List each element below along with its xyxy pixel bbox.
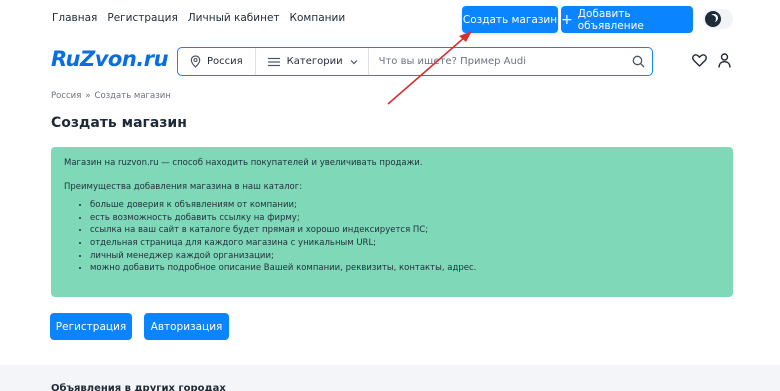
search-bar: Россия Категории: [177, 47, 653, 76]
user-icon[interactable]: [718, 53, 731, 68]
breadcrumb-separator: »: [85, 91, 91, 101]
theme-toggle[interactable]: [703, 9, 733, 29]
register-button[interactable]: Регистрация: [50, 313, 132, 340]
categories-label: Категории: [286, 56, 343, 67]
region-selector[interactable]: Россия: [178, 48, 256, 75]
moon-icon: [705, 11, 721, 27]
top-nav: Главная Регистрация Личный кабинет Компа…: [52, 12, 345, 24]
region-label: Россия: [207, 56, 243, 67]
chevron-down-icon: [350, 59, 358, 64]
create-store-label: Создать магазин: [462, 13, 558, 26]
search-icon: [632, 55, 644, 68]
list-item: можно добавить подробное описание Вашей …: [90, 262, 720, 275]
list-item: личный менеджер каждой организации;: [90, 250, 720, 263]
register-label: Регистрация: [55, 320, 127, 333]
site-logo[interactable]: RuZvon.ru: [51, 47, 169, 71]
info-box: Магазин на ruzvon.ru — способ находить п…: [51, 147, 733, 297]
add-ad-button[interactable]: + Добавить объявление: [561, 6, 693, 33]
info-benefits-title: Преимущества добавления магазина в наш к…: [64, 181, 303, 192]
nav-link-account[interactable]: Личный кабинет: [188, 12, 280, 24]
list-item: ссылка на ваш сайт в каталоге будет прям…: [90, 224, 720, 237]
heart-icon[interactable]: [692, 54, 707, 67]
page-title: Создать магазин: [51, 115, 187, 131]
plus-icon: +: [561, 11, 573, 28]
list-item: отдельная страница для каждого магазина …: [90, 237, 720, 250]
other-cities-heading: Объявления в других городах: [51, 383, 226, 391]
breadcrumb-root[interactable]: Россия: [51, 91, 81, 101]
add-ad-label: Добавить объявление: [577, 7, 644, 32]
location-pin-icon: [190, 55, 201, 68]
login-button[interactable]: Авторизация: [144, 313, 229, 340]
categories-dropdown[interactable]: Категории: [256, 48, 369, 75]
nav-link-home[interactable]: Главная: [52, 12, 97, 24]
list-item: есть возможность добавить ссылку на фирм…: [90, 212, 720, 225]
list-item: больше доверия к объявлениям от компании…: [90, 199, 720, 212]
breadcrumb-current: Создать магазин: [94, 91, 171, 101]
menu-icon: [267, 57, 280, 66]
search-input[interactable]: [368, 56, 624, 67]
search-button[interactable]: [624, 55, 652, 68]
nav-link-register[interactable]: Регистрация: [107, 12, 177, 24]
login-label: Авторизация: [150, 320, 223, 333]
breadcrumb: Россия » Создать магазин: [51, 91, 171, 101]
benefits-list: больше доверия к объявлениям от компании…: [64, 199, 720, 275]
create-store-button[interactable]: Создать магазин: [462, 6, 558, 33]
nav-link-companies[interactable]: Компании: [290, 12, 346, 24]
info-intro: Магазин на ruzvon.ru — способ находить п…: [64, 158, 423, 168]
